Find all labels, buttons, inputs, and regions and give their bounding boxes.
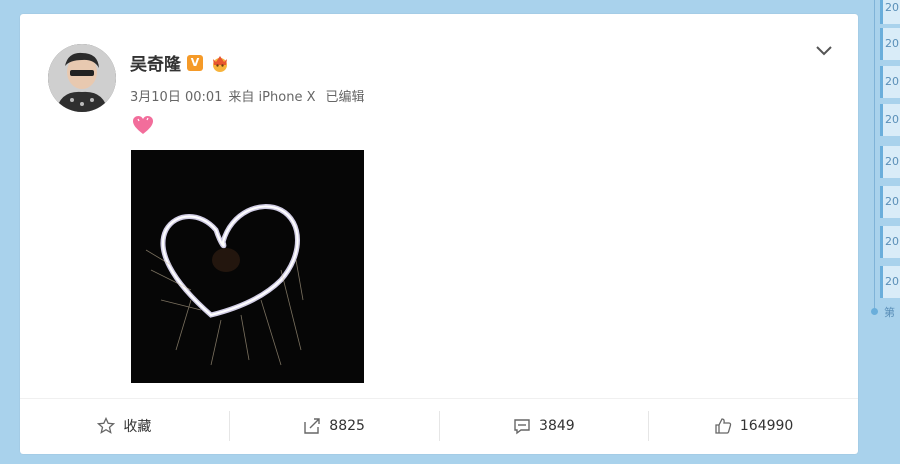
timeline-item[interactable]: 20 xyxy=(880,66,900,98)
action-divider xyxy=(20,398,858,399)
post-image[interactable] xyxy=(131,150,364,383)
edited-label[interactable]: 已编辑 xyxy=(325,86,364,105)
repost-count: 8825 xyxy=(329,418,365,434)
author-name[interactable]: 吴奇隆 xyxy=(130,50,181,75)
timeline-item[interactable]: 20 xyxy=(880,28,900,60)
timeline-item[interactable]: 20 xyxy=(880,146,900,178)
year-timeline: 20 20 20 20 20 20 20 20 第 xyxy=(866,0,900,464)
timeline-item[interactable]: 20 xyxy=(880,186,900,218)
share-icon xyxy=(304,418,320,434)
comment-count: 3849 xyxy=(539,418,575,434)
timeline-item[interactable]: 20 xyxy=(880,266,900,298)
timeline-dot xyxy=(871,308,878,315)
like-count: 164990 xyxy=(739,418,794,434)
comment-icon xyxy=(514,419,530,435)
star-icon xyxy=(97,417,116,434)
timeline-item[interactable]: 20 xyxy=(880,0,900,24)
like-button[interactable]: 164990 xyxy=(649,411,858,441)
timeline-line xyxy=(874,0,875,312)
weibo-post-card: 吴奇隆 V 3月10日 00:01 来自 iPhone X 已编辑 收藏 882… xyxy=(20,14,858,454)
post-meta: 3月10日 00:01 来自 iPhone X 已编辑 xyxy=(130,86,365,105)
heart-emoji-icon xyxy=(131,114,155,136)
chevron-down-icon[interactable] xyxy=(814,40,834,60)
verified-badge[interactable]: V xyxy=(187,54,203,71)
avatar[interactable] xyxy=(48,44,116,112)
timeline-item[interactable]: 20 xyxy=(880,104,900,136)
author-row: 吴奇隆 V xyxy=(130,50,231,75)
post-date[interactable]: 3月10日 00:01 xyxy=(130,86,222,105)
comment-button[interactable]: 3849 xyxy=(440,411,650,441)
timeline-item-last[interactable]: 第 xyxy=(884,304,895,320)
favorite-label: 收藏 xyxy=(123,419,152,435)
repost-button[interactable]: 8825 xyxy=(230,411,440,441)
action-bar: 收藏 8825 3849 164990 xyxy=(20,406,858,446)
post-source[interactable]: 来自 iPhone X xyxy=(228,86,315,105)
vip-crown-icon[interactable] xyxy=(209,53,231,73)
thumbs-up-icon xyxy=(715,418,732,434)
favorite-button[interactable]: 收藏 xyxy=(20,411,230,441)
timeline-item[interactable]: 20 xyxy=(880,226,900,258)
